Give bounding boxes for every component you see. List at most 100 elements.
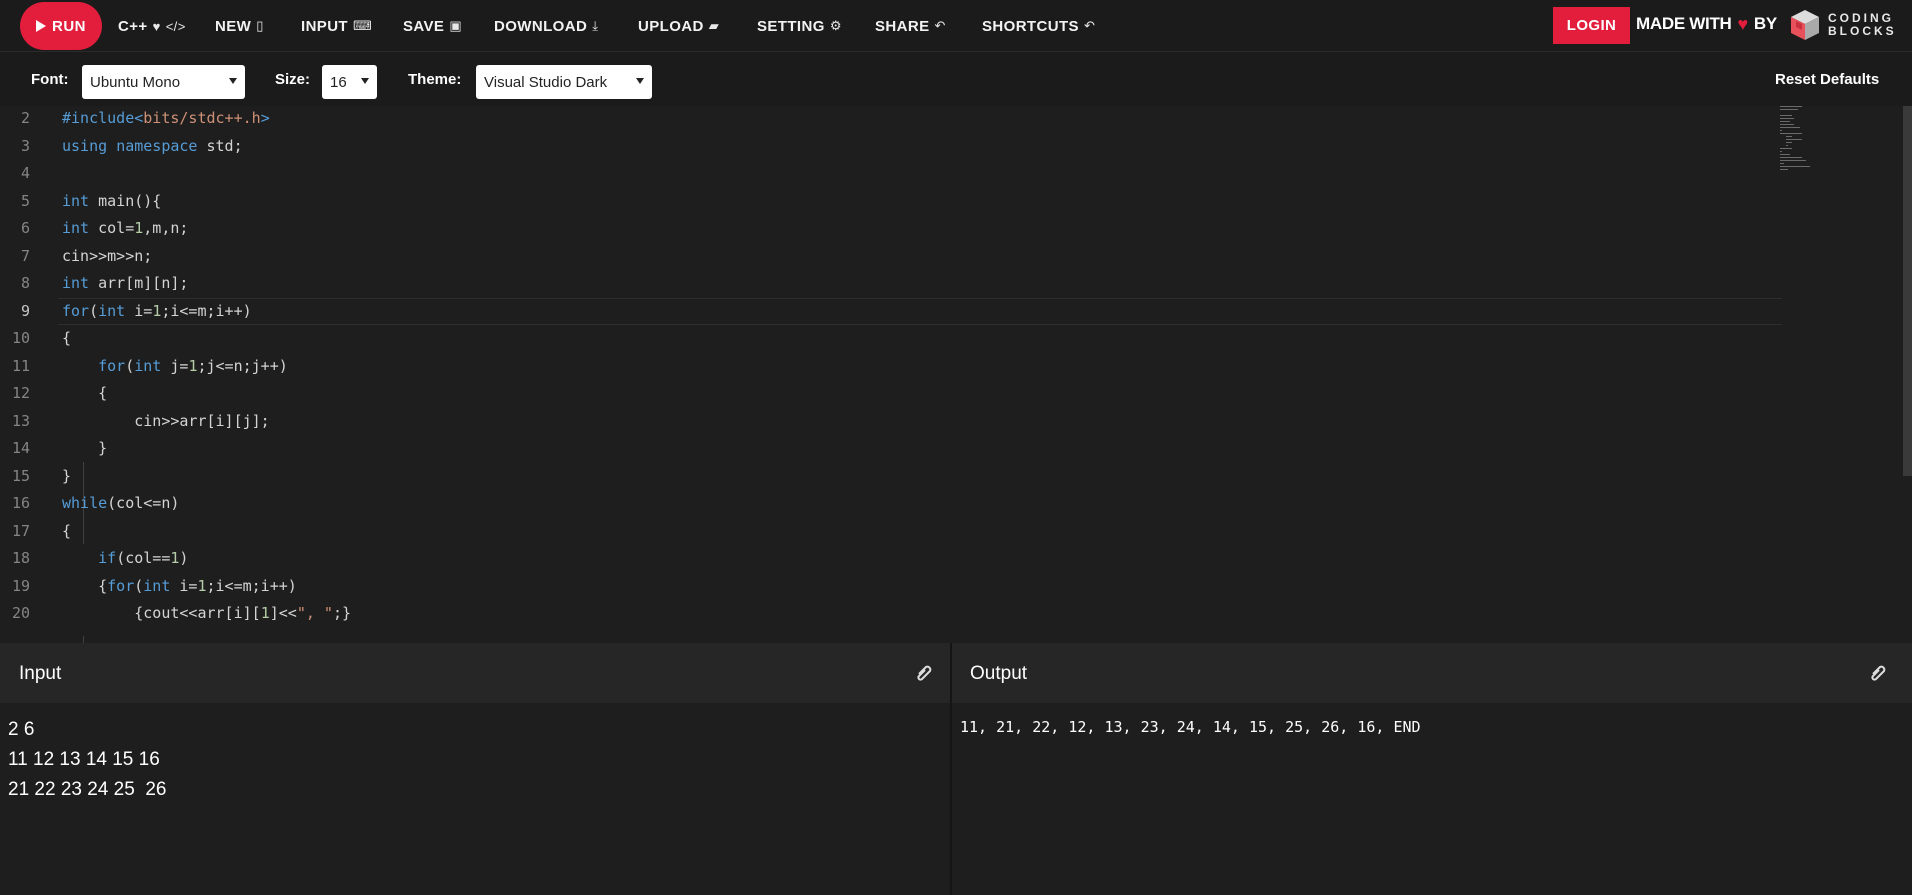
code-text: for(int j=1;j<=n;j++) xyxy=(98,356,288,375)
paperclip-icon[interactable] xyxy=(1867,663,1889,685)
settings-bar: Font: Ubuntu Mono Size: 16 Theme: Visual… xyxy=(0,52,1912,106)
line-number: 18 xyxy=(11,549,30,567)
top-toolbar: RUN C++ ♥ </> NEW ▯ INPUT ⌨ SAVE ▣ DOWNL… xyxy=(0,0,1912,52)
share-button[interactable]: SHARE ↶ xyxy=(875,0,946,52)
size-label: Size: xyxy=(275,71,311,88)
floppy-icon: ▣ xyxy=(449,18,463,33)
code-line[interactable]: 6 int col=1,m,n; xyxy=(0,215,1912,243)
coding-blocks-logo[interactable]: CODING BLOCKS xyxy=(1788,8,1900,42)
code-text: } xyxy=(62,466,72,485)
code-text: cin>>arr[i][j]; xyxy=(62,411,270,430)
code-text: #include<bits/stdc++.h> xyxy=(62,109,270,127)
heart-icon: ♥ xyxy=(152,18,161,34)
code-text: int arr[m][n]; xyxy=(62,274,189,292)
upload-label: UPLOAD xyxy=(638,17,704,35)
line-number: 6 xyxy=(20,219,30,237)
code-text: int main(){ xyxy=(62,191,162,210)
line-number: 3 xyxy=(20,136,30,155)
code-text: } xyxy=(62,439,108,457)
new-button[interactable]: NEW ▯ xyxy=(215,0,264,52)
code-text: { xyxy=(62,329,72,347)
input-panel-header: Input xyxy=(0,643,950,703)
keyboard-icon: ⌨ xyxy=(353,18,373,33)
code-line[interactable]: 15} xyxy=(0,463,1912,491)
font-label: Font: xyxy=(31,71,69,88)
code-line[interactable]: 13 cin>>arr[i][j]; xyxy=(0,408,1912,436)
caret-down-icon xyxy=(636,78,644,84)
line-number: 11 xyxy=(11,356,30,375)
input-panel[interactable]: 2 6 11 12 13 14 15 16 21 22 23 24 25 26 xyxy=(0,703,950,895)
code-line[interactable]: 17 { xyxy=(0,518,1912,546)
by-label: BY xyxy=(1753,14,1777,33)
shortcuts-label: SHORTCUTS xyxy=(982,17,1079,35)
code-text: while(col<=n) xyxy=(62,494,180,512)
output-text: 11, 21, 22, 12, 13, 23, 24, 14, 15, 25, … xyxy=(960,718,1421,736)
new-file-icon: ▯ xyxy=(256,18,264,33)
input-button[interactable]: INPUT ⌨ xyxy=(301,0,372,52)
panel-divider[interactable] xyxy=(950,643,952,895)
code-line[interactable]: 16 while(col<=n) xyxy=(0,490,1912,518)
brand-text: CODING BLOCKS xyxy=(1828,12,1897,38)
run-label: RUN xyxy=(52,17,86,35)
code-line[interactable]: 5 int main(){ xyxy=(0,188,1912,216)
paperclip-icon[interactable] xyxy=(913,663,935,685)
caret-down-icon xyxy=(229,78,237,84)
code-text: int col=1,m,n; xyxy=(62,219,189,237)
code-line[interactable]: 10 { xyxy=(0,325,1912,353)
line-number: 20 xyxy=(11,604,30,622)
code-line[interactable]: 11 for(int j=1;j<=n;j++) xyxy=(0,353,1912,381)
font-select[interactable]: Ubuntu Mono xyxy=(82,65,245,99)
code-line[interactable]: 3 using namespace std; xyxy=(0,133,1912,161)
language-label: C++ xyxy=(118,17,148,35)
setting-label: SETTING xyxy=(757,17,825,35)
code-line[interactable]: 20 {cout<<arr[i][1]<<", ";} xyxy=(0,600,1912,628)
code-line[interactable]: 9 for(int i=1;i<=m;i++) xyxy=(0,297,1912,326)
code-line[interactable]: 12 { xyxy=(0,380,1912,408)
save-label: SAVE xyxy=(403,17,445,35)
login-button[interactable]: LOGIN xyxy=(1553,7,1630,44)
reset-defaults-button[interactable]: Reset Defaults xyxy=(1775,71,1879,88)
theme-select[interactable]: Visual Studio Dark xyxy=(476,65,652,99)
output-panel-title: Output xyxy=(970,663,1028,684)
gear-icon: ⚙ xyxy=(829,18,842,33)
line-number: 15 xyxy=(11,466,30,485)
code-line[interactable]: 18 if(col==1) xyxy=(0,545,1912,573)
input-textarea[interactable]: 2 6 11 12 13 14 15 16 21 22 23 24 25 26 xyxy=(8,715,166,805)
code-line[interactable]: 4 xyxy=(0,160,1912,188)
theme-label: Theme: xyxy=(408,71,462,88)
line-number: 2 xyxy=(20,109,30,127)
code-line[interactable]: 7 cin>>m>>n; xyxy=(0,243,1912,271)
heart-icon: ♥ xyxy=(1737,13,1749,34)
size-value: 16 xyxy=(330,73,347,91)
line-number: 12 xyxy=(11,384,30,402)
code-line[interactable]: 2 #include<bits/stdc++.h> xyxy=(0,106,1912,133)
shortcuts-button[interactable]: SHORTCUTS ↶ xyxy=(982,0,1095,52)
code-editor[interactable]: 2 #include<bits/stdc++.h> 3 using namespace… xyxy=(0,106,1912,643)
save-button[interactable]: SAVE ▣ xyxy=(403,0,462,52)
size-select[interactable]: 16 xyxy=(322,65,377,99)
setting-button[interactable]: SETTING ⚙ xyxy=(757,0,842,52)
code-icon: </> xyxy=(165,18,186,34)
language-selector[interactable]: C++ ♥ </> xyxy=(118,0,186,52)
new-label: NEW xyxy=(215,17,252,35)
line-number: 13 xyxy=(11,411,30,430)
code-text: if(col==1) xyxy=(98,549,189,567)
play-icon xyxy=(36,20,46,32)
caret-down-icon xyxy=(361,78,369,84)
code-text: {for(int i=1;i<=m;i++) xyxy=(62,576,297,595)
line-number: 4 xyxy=(20,164,30,182)
line-number: 10 xyxy=(11,329,30,347)
code-line[interactable]: 14 } xyxy=(0,435,1912,463)
input-label: INPUT xyxy=(301,17,348,35)
download-button[interactable]: DOWNLOAD ⤓ xyxy=(494,0,598,52)
line-number: 16 xyxy=(11,494,30,512)
indent-guide xyxy=(83,636,84,643)
run-button[interactable]: RUN xyxy=(20,2,102,50)
upload-button[interactable]: UPLOAD ▰ xyxy=(638,0,719,52)
theme-value: Visual Studio Dark xyxy=(484,73,608,91)
code-line[interactable]: 19 {for(int i=1;i<=m;i++) xyxy=(0,573,1912,601)
line-number: 8 xyxy=(20,274,30,292)
line-number: 14 xyxy=(11,439,30,457)
line-number: 5 xyxy=(20,191,30,210)
code-line[interactable]: 8 int arr[m][n]; xyxy=(0,270,1912,298)
